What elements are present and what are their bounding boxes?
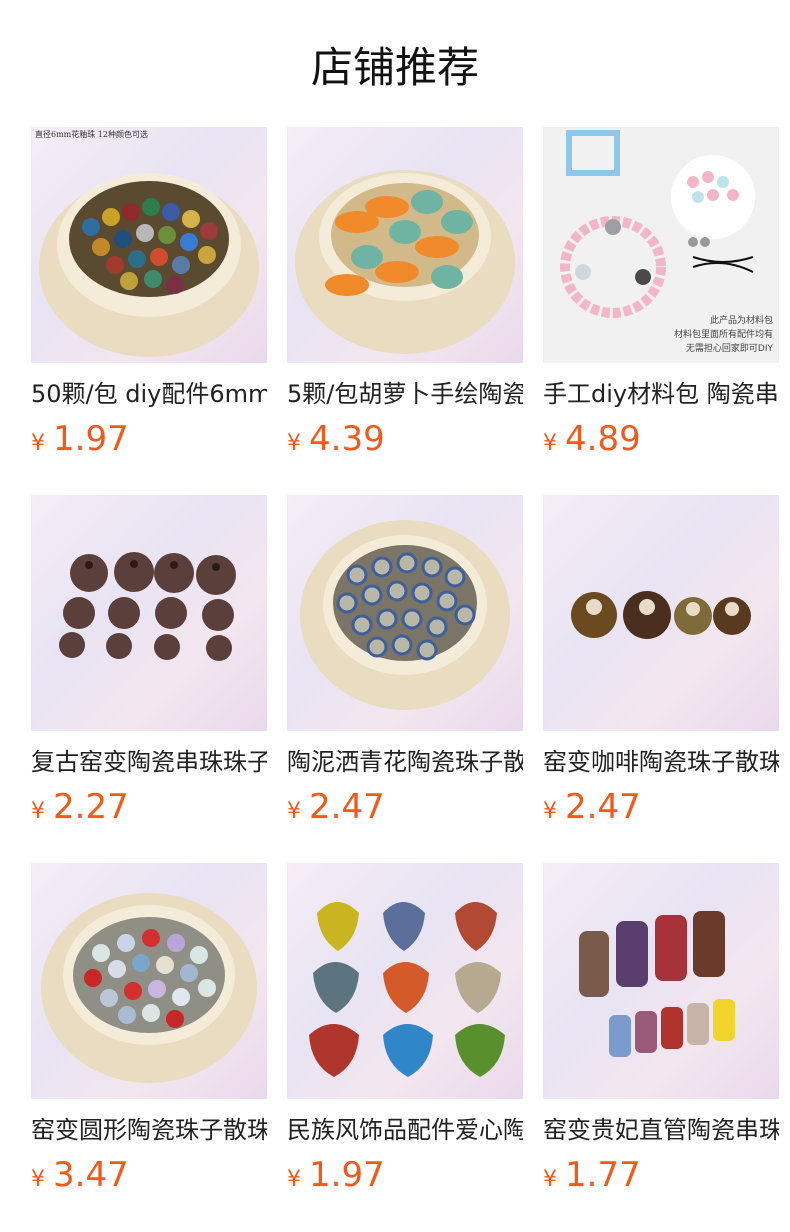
- product-price: 1.97: [53, 419, 129, 459]
- product-price: 1.97: [309, 1155, 385, 1195]
- product-image[interactable]: 直径6mm花釉珠 12种颜色可选: [31, 127, 267, 363]
- image-note: 此产品为材料包: [709, 316, 773, 326]
- price-row: ¥4.89: [543, 417, 641, 461]
- product-price: 2.47: [309, 787, 385, 827]
- product-card[interactable]: 复古窑变陶瓷串珠珠子 ¥2.27: [31, 495, 267, 835]
- product-title[interactable]: 5颗/包胡萝卜手绘陶瓷: [287, 377, 523, 411]
- product-price: 2.47: [565, 787, 641, 827]
- product-title[interactable]: 手工diy材料包 陶瓷串: [543, 377, 779, 411]
- product-price: 4.89: [565, 419, 641, 459]
- product-image[interactable]: [543, 863, 779, 1099]
- price-row: ¥1.77: [543, 1153, 641, 1197]
- product-card[interactable]: 直径6mm花釉珠 12种颜色可选 50颗/包 diy配件6mm ¥1.97: [31, 127, 267, 467]
- price-row: ¥3.47: [31, 1153, 129, 1197]
- product-price: 2.27: [53, 787, 129, 827]
- product-title[interactable]: 50颗/包 diy配件6mm: [31, 377, 267, 411]
- product-image[interactable]: [287, 495, 523, 731]
- currency-symbol: ¥: [31, 1167, 45, 1192]
- product-title[interactable]: 窑变贵妃直管陶瓷串珠: [543, 1113, 779, 1147]
- price-row: ¥2.27: [31, 785, 129, 829]
- product-price: 3.47: [53, 1155, 129, 1195]
- currency-symbol: ¥: [31, 431, 45, 456]
- product-card[interactable]: 窑变贵妃直管陶瓷串珠 ¥1.77: [543, 863, 779, 1203]
- product-image[interactable]: 此产品为材料包 材料包里面所有配件均有 无需担心回家即可DIY: [543, 127, 779, 363]
- page-title: 店铺推荐: [310, 43, 479, 92]
- product-price: 1.77: [565, 1155, 641, 1195]
- image-note: 材料包里面所有配件均有: [673, 330, 773, 340]
- price-row: ¥4.39: [287, 417, 385, 461]
- price-row: ¥1.97: [287, 1153, 385, 1197]
- product-card[interactable]: 5颗/包胡萝卜手绘陶瓷 ¥4.39: [287, 127, 523, 467]
- product-image[interactable]: [31, 495, 267, 731]
- product-image[interactable]: [287, 127, 523, 363]
- currency-symbol: ¥: [543, 431, 557, 456]
- product-card[interactable]: 窑变圆形陶瓷珠子散珠 ¥3.47: [31, 863, 267, 1203]
- product-card[interactable]: 陶泥洒青花陶瓷珠子散 ¥2.47: [287, 495, 523, 835]
- product-title[interactable]: 复古窑变陶瓷串珠珠子: [31, 745, 267, 779]
- currency-symbol: ¥: [287, 799, 301, 824]
- price-row: ¥2.47: [287, 785, 385, 829]
- product-card[interactable]: 民族风饰品配件爱心陶 ¥1.97: [287, 863, 523, 1203]
- image-caption: 直径6mm花釉珠 12种颜色可选: [35, 130, 148, 139]
- currency-symbol: ¥: [31, 799, 45, 824]
- product-image[interactable]: [287, 863, 523, 1099]
- product-title[interactable]: 民族风饰品配件爱心陶: [287, 1113, 523, 1147]
- product-image[interactable]: [543, 495, 779, 731]
- currency-symbol: ¥: [287, 431, 301, 456]
- product-image[interactable]: [31, 863, 267, 1099]
- product-card[interactable]: 此产品为材料包 材料包里面所有配件均有 无需担心回家即可DIY 手工diy材料包…: [543, 127, 779, 467]
- image-note: 无需担心回家即可DIY: [685, 344, 773, 354]
- currency-symbol: ¥: [543, 799, 557, 824]
- product-card[interactable]: 窑变咖啡陶瓷珠子散珠 ¥2.47: [543, 495, 779, 835]
- price-row: ¥1.97: [31, 417, 129, 461]
- price-row: ¥2.47: [543, 785, 641, 829]
- product-price: 4.39: [309, 419, 385, 459]
- product-title[interactable]: 窑变咖啡陶瓷珠子散珠: [543, 745, 779, 779]
- product-title[interactable]: 窑变圆形陶瓷珠子散珠: [31, 1113, 267, 1147]
- currency-symbol: ¥: [287, 1167, 301, 1192]
- currency-symbol: ¥: [543, 1167, 557, 1192]
- product-title[interactable]: 陶泥洒青花陶瓷珠子散: [287, 745, 523, 779]
